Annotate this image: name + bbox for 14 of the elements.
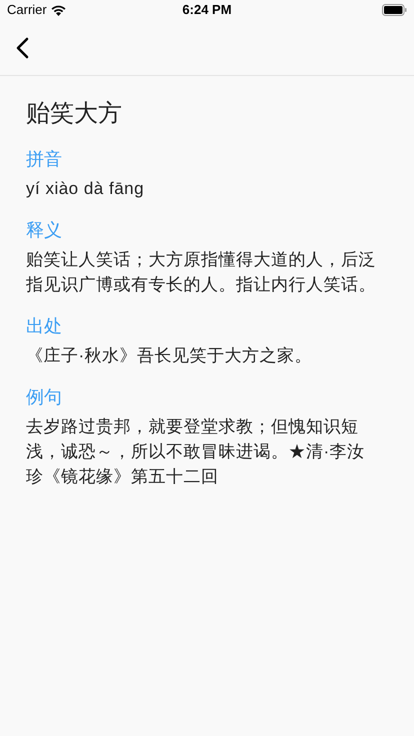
section-text: 《庄子·秋水》吾长见笑于大方之家。 bbox=[26, 345, 314, 367]
idiom-title: 贻笑大方 bbox=[26, 99, 123, 129]
section-text: 贻笑让人笑话；大方原指懂得大道的人，后泛指见识广博或有专长的人。指让内行人笑话。 bbox=[26, 249, 377, 296]
wifi-icon bbox=[50, 4, 66, 16]
back-button[interactable] bbox=[14, 36, 30, 60]
section-heading: 出处 bbox=[26, 315, 63, 338]
section-heading: 拼音 bbox=[26, 148, 63, 171]
carrier-label: Carrier bbox=[7, 1, 47, 20]
section-text: 去岁路过贵邦，就要登堂求教；但愧知识短浅，诚恐～，所以不敢冒昧进谒。★清·李汝珍《镜花缘》第五十二回 bbox=[26, 416, 366, 488]
section-heading: 释义 bbox=[26, 219, 63, 242]
section-text: yí xiào dà fāng bbox=[26, 178, 146, 200]
status-time: 6:24 PM bbox=[182, 1, 232, 20]
battery-icon bbox=[382, 4, 407, 16]
section-heading: 例句 bbox=[26, 386, 63, 409]
